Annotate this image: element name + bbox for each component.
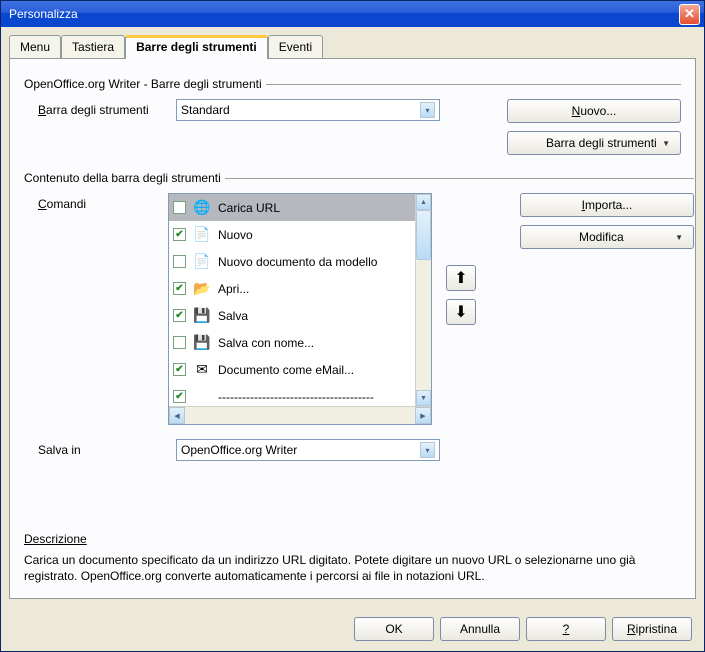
description-label: Descrizione <box>24 531 87 547</box>
chevron-down-icon: ▼ <box>675 233 683 242</box>
toolbar-menu-button[interactable]: Barra degli strumenti ▼ <box>507 131 681 155</box>
hscroll-track <box>185 407 415 424</box>
command-checkbox[interactable]: ✔ <box>173 309 186 322</box>
new-toolbar-button[interactable]: Nuovo... <box>507 99 681 123</box>
chevron-down-icon: ▼ <box>662 139 670 148</box>
modify-button[interactable]: Modifica ▼ <box>520 225 694 249</box>
globe-icon: 🌐 <box>192 198 212 218</box>
chevron-down-icon: ▾ <box>420 102 435 118</box>
commands-listbox[interactable]: 🌐 Carica URL ✔ 📄 Nuovo 📄 Nuovo documento da mo… <box>168 193 432 425</box>
scroll-left-button[interactable]: ◀ <box>169 407 185 424</box>
cancel-button[interactable]: Annulla <box>440 617 520 641</box>
tab-barre-strumenti[interactable]: Barre degli strumenti <box>125 35 268 59</box>
save-in-label: Salva in <box>24 443 168 457</box>
tab-tastiera[interactable]: Tastiera <box>61 35 125 58</box>
save-as-icon: 💾 <box>192 333 212 353</box>
scroll-down-button[interactable]: ▼ <box>416 390 431 406</box>
command-checkbox[interactable]: ✔ <box>173 363 186 376</box>
window-title: Personalizza <box>9 7 679 21</box>
tab-panel: OpenOffice.org Writer - Barre degli stru… <box>9 59 696 599</box>
new-doc-icon: 📄 <box>192 225 212 245</box>
command-checkbox[interactable]: ✔ <box>173 282 186 295</box>
list-item[interactable]: 💾 Salva con nome... <box>169 329 415 356</box>
command-label: Apri... <box>218 282 249 296</box>
customize-dialog: Personalizza ✕ Menu Tastiera Barre degli… <box>0 0 705 652</box>
command-label: --------------------------------------- <box>218 390 374 404</box>
scroll-thumb[interactable] <box>416 210 431 260</box>
command-checkbox[interactable]: ✔ <box>173 390 186 403</box>
toolbar-label: Barra degli strumenti <box>24 103 168 117</box>
save-icon: 💾 <box>192 306 212 326</box>
scroll-up-button[interactable]: ▲ <box>416 194 431 210</box>
commands-label: Comandi <box>24 193 168 425</box>
list-item[interactable]: ✔ 💾 Salva <box>169 302 415 329</box>
toolbar-section-legend: OpenOffice.org Writer - Barre degli stru… <box>24 77 266 91</box>
scroll-right-button[interactable]: ▶ <box>415 407 431 424</box>
reset-button[interactable]: Ripristina <box>612 617 692 641</box>
command-label: Salva <box>218 309 248 323</box>
ok-button[interactable]: OK <box>354 617 434 641</box>
list-item[interactable]: ✔ --------------------------------------- <box>169 383 415 408</box>
dialog-footer: OK Annulla ? Ripristina <box>1 607 704 651</box>
command-checkbox[interactable] <box>173 255 186 268</box>
list-item[interactable]: 📄 Nuovo documento da modello <box>169 248 415 275</box>
vertical-scrollbar[interactable]: ▲ ▼ <box>415 194 431 406</box>
command-label: Carica URL <box>218 201 280 215</box>
command-checkbox[interactable] <box>173 336 186 349</box>
command-checkbox[interactable]: ✔ <box>173 228 186 241</box>
save-in-select[interactable]: OpenOffice.org Writer ▾ <box>176 439 440 461</box>
command-label: Nuovo <box>218 228 253 242</box>
content-area: Menu Tastiera Barre degli strumenti Even… <box>1 27 704 607</box>
titlebar: Personalizza ✕ <box>1 1 704 27</box>
close-button[interactable]: ✕ <box>679 4 700 25</box>
list-item[interactable]: ✔ 📂 Apri... <box>169 275 415 302</box>
command-label: Nuovo documento da modello <box>218 255 377 269</box>
mail-icon: ✉ <box>192 360 212 380</box>
open-folder-icon: 📂 <box>192 279 212 299</box>
move-up-button[interactable]: ⬆ <box>446 265 476 291</box>
toolbar-section: OpenOffice.org Writer - Barre degli stru… <box>24 77 681 165</box>
move-down-button[interactable]: ⬇ <box>446 299 476 325</box>
list-item[interactable]: 🌐 Carica URL <box>169 194 415 221</box>
arrow-up-icon: ⬆ <box>454 268 467 288</box>
tab-strip: Menu Tastiera Barre degli strumenti Even… <box>9 35 696 59</box>
tab-menu[interactable]: Menu <box>9 35 61 58</box>
arrow-down-icon: ⬇ <box>454 302 467 322</box>
help-button[interactable]: ? <box>526 617 606 641</box>
template-icon: 📄 <box>192 252 212 272</box>
toolbar-buttons-col: Nuovo... Barra degli strumenti ▼ <box>507 99 681 155</box>
toolbar-select[interactable]: Standard ▾ <box>176 99 440 121</box>
chevron-down-icon: ▾ <box>420 442 435 458</box>
save-in-value: OpenOffice.org Writer <box>181 443 297 457</box>
commands-section: Contenuto della barra degli strumenti Co… <box>24 171 694 521</box>
command-label: Documento come eMail... <box>218 363 354 377</box>
tab-eventi[interactable]: Eventi <box>268 35 323 58</box>
description-text: Carica un documento specificato da un in… <box>24 552 681 584</box>
reorder-buttons: ⬆ ⬇ <box>446 265 476 425</box>
commands-section-legend: Contenuto della barra degli strumenti <box>24 171 225 185</box>
commands-buttons-col: Importa... Modifica ▼ <box>520 193 694 425</box>
commands-list: 🌐 Carica URL ✔ 📄 Nuovo 📄 Nuovo documento da mo… <box>169 194 415 408</box>
command-checkbox[interactable] <box>173 201 186 214</box>
close-icon: ✕ <box>684 6 695 22</box>
toolbar-select-value: Standard <box>181 103 230 117</box>
description-section: Descrizione Carica un documento specific… <box>24 527 681 588</box>
import-button[interactable]: Importa... <box>520 193 694 217</box>
separator-icon <box>192 387 212 407</box>
list-item[interactable]: ✔ ✉ Documento come eMail... <box>169 356 415 383</box>
horizontal-scrollbar[interactable]: ◀ ▶ <box>169 406 431 424</box>
command-label: Salva con nome... <box>218 336 314 350</box>
list-item[interactable]: ✔ 📄 Nuovo <box>169 221 415 248</box>
